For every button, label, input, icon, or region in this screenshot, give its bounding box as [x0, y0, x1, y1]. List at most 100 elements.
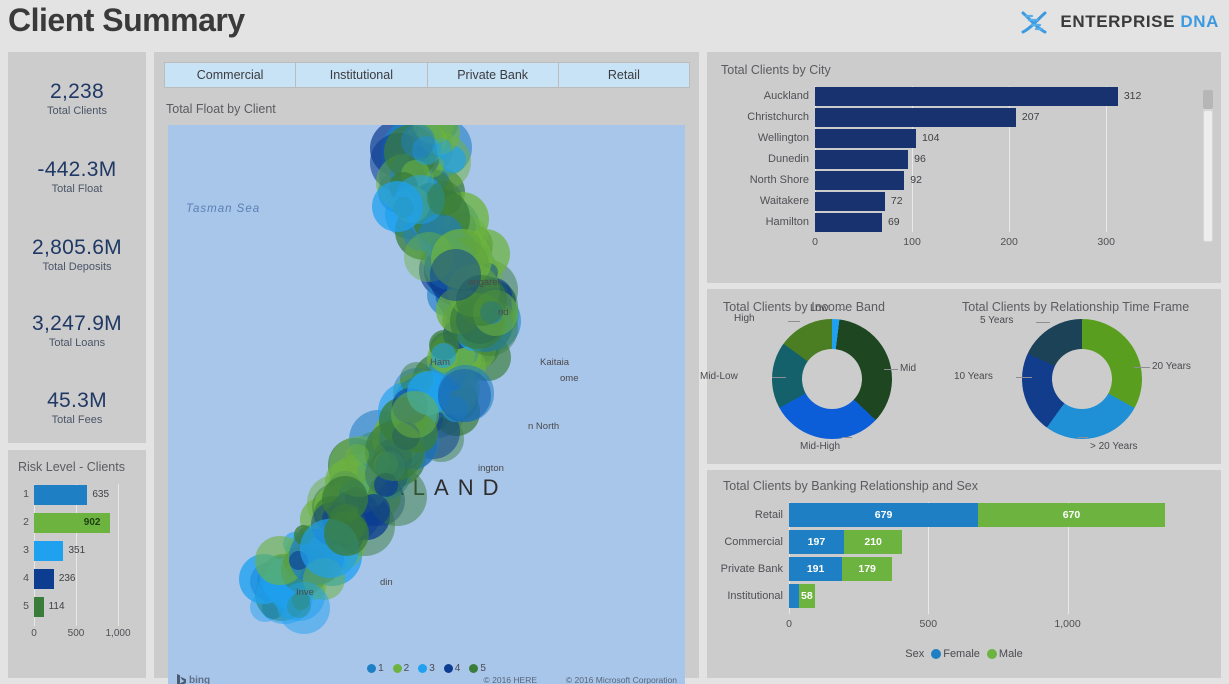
banking-legend-item[interactable]: Male: [986, 648, 1023, 660]
legend-color-swatch: [469, 664, 479, 673]
city-bar[interactable]: [815, 213, 882, 232]
risk-level-bar[interactable]: [34, 485, 88, 505]
donut-leader-line: [1134, 367, 1150, 368]
tab-private-bank[interactable]: Private Bank: [426, 62, 559, 88]
income-band-donut[interactable]: Low Mid Mid-High Mid-Low High: [700, 303, 916, 452]
kpi-value: 3,247.9M: [32, 312, 122, 335]
kpi-panel: 2,238 Total Clients -442.3M Total Float 2,80…: [8, 52, 146, 443]
banking-bar-segment-female[interactable]: 197: [789, 530, 844, 554]
risk-level-bar-row[interactable]: 5 114: [16, 596, 138, 618]
risk-level-category-label: 1: [23, 488, 29, 500]
donut-slice-label: 5 Years: [980, 315, 1014, 326]
banking-value-label: 679: [874, 509, 893, 521]
banking-bar-segment-female[interactable]: 679: [789, 503, 979, 527]
banking-bar-segment-male[interactable]: 210: [843, 530, 903, 554]
city-bar-row[interactable]: Waitakere 72: [707, 191, 1221, 212]
risk-level-value-label: 236: [58, 573, 76, 584]
city-bar-row[interactable]: Christchurch 207: [707, 107, 1221, 128]
risk-level-bar-row[interactable]: 3 351: [16, 540, 138, 562]
legend-label: 4: [454, 663, 461, 674]
city-bar[interactable]: [815, 129, 916, 148]
city-bar[interactable]: [815, 192, 885, 211]
bing-label: bing: [189, 674, 211, 684]
clients-by-city-title: Total Clients by City: [721, 63, 831, 77]
map-city-label: n North: [528, 421, 560, 432]
city-axis-tick: 200: [1000, 236, 1018, 248]
map-bubble[interactable]: [429, 248, 482, 301]
donut-slice-label: Mid: [900, 363, 917, 374]
scrollbar-track[interactable]: [1204, 111, 1212, 241]
city-bar[interactable]: [815, 171, 905, 190]
map-legend-item[interactable]: 2: [392, 663, 409, 674]
city-category-label: Auckland: [763, 90, 809, 102]
banking-bar-row[interactable]: Commercial 197 210: [707, 529, 1221, 555]
risk-level-bar-row[interactable]: 2 902: [16, 512, 138, 534]
map-city-label: Inve: [296, 587, 314, 598]
city-bar-row[interactable]: Dunedin 96: [707, 149, 1221, 170]
banking-legend-item[interactable]: Female: [931, 648, 980, 660]
city-bar-row[interactable]: Auckland 312: [707, 86, 1221, 107]
tab-commercial[interactable]: Commercial: [164, 62, 297, 88]
city-axis-tick: 300: [1097, 236, 1115, 248]
city-bar-row[interactable]: Wellington 104: [707, 128, 1221, 149]
dashboard-page: Client Summary ENTERPRISE DNA 2,238 Total…: [0, 0, 1229, 684]
banking-bar-row[interactable]: Institutional 58: [707, 583, 1221, 609]
tab-retail[interactable]: Retail: [557, 62, 690, 88]
city-bar[interactable]: [815, 108, 1016, 127]
map-legend-item[interactable]: 4: [443, 663, 461, 674]
city-bar-row[interactable]: Hamilton 69: [707, 212, 1221, 233]
donut-leader-line: [772, 377, 786, 378]
city-bar-row[interactable]: North Shore 92: [707, 170, 1221, 191]
city-category-label: Hamilton: [765, 216, 809, 228]
donut-leader-line: [1078, 437, 1088, 438]
banking-bar-row[interactable]: Retail 679 670: [707, 502, 1221, 528]
tab-institutional[interactable]: Institutional: [295, 62, 428, 88]
risk-level-bar-row[interactable]: 1 635: [16, 484, 138, 506]
risk-level-chart[interactable]: 1 635 2 902 3 351 4 236 5 114: [16, 484, 138, 644]
kpi-label: Total Float: [51, 183, 103, 196]
map-bubble[interactable]: [427, 181, 462, 216]
risk-level-bar[interactable]: [34, 569, 54, 589]
risk-level-bar-row[interactable]: 4 236: [16, 568, 138, 590]
donut-ring[interactable]: [772, 319, 892, 439]
map-city-label: Ham: [430, 357, 451, 368]
map-bubble[interactable]: [437, 365, 495, 422]
banking-bar-segment-female[interactable]: [789, 584, 799, 608]
banking-bar-segment-male[interactable]: 179: [842, 557, 893, 581]
legend-label: 3: [429, 663, 435, 674]
scrollbar-thumb[interactable]: [1203, 90, 1213, 109]
risk-level-value-label: 351: [68, 545, 86, 556]
banking-relationship-tabs[interactable]: Commercial Institutional Private Bank Retai…: [164, 62, 690, 88]
legend-label: 1: [378, 663, 384, 674]
kpi-label: Total Clients: [47, 105, 107, 118]
bing-map[interactable]: Tasman Sea ZEALAND bing © 2016 HERE © 20…: [168, 125, 685, 684]
risk-level-bar[interactable]: [34, 541, 64, 561]
banking-bar-segment-female[interactable]: 191: [789, 557, 843, 581]
map-bubble[interactable]: [391, 390, 440, 439]
map-bubble[interactable]: [324, 511, 369, 557]
kpi-label: Total Fees: [51, 414, 103, 427]
clients-by-city-chart[interactable]: Auckland 312 Christchurch 207 Wellington 104 D…: [707, 84, 1221, 259]
city-bar[interactable]: [815, 150, 909, 169]
donut-leader-line: [884, 369, 898, 370]
banking-bar-segment-male[interactable]: 670: [978, 503, 1165, 527]
city-chart-scrollbar[interactable]: [1203, 90, 1213, 242]
legend-color-swatch: [443, 664, 453, 673]
city-value-label: 69: [887, 216, 900, 228]
banking-relationship-chart[interactable]: Retail 679 670 Commercial 197 210 Private Bank…: [707, 500, 1221, 640]
map-bubble[interactable]: [371, 180, 423, 232]
page-header: Client Summary ENTERPRISE DNA: [0, 0, 1229, 48]
city-bar[interactable]: [815, 87, 1118, 106]
risk-level-bar[interactable]: [34, 597, 44, 617]
city-value-label: 96: [914, 153, 926, 165]
risk-level-x-axis: 0 500 1,000: [16, 628, 138, 644]
relationship-timeframe-donut[interactable]: 20 Years > 20 Years 10 Years 5 Years: [954, 315, 1191, 452]
map-bubble[interactable]: [346, 443, 369, 467]
banking-bar-segment-male[interactable]: 58: [798, 584, 815, 608]
donut-ring[interactable]: [1022, 319, 1142, 439]
banking-bar-row[interactable]: Private Bank 191 179: [707, 556, 1221, 582]
map-legend-item[interactable]: 3: [418, 663, 435, 674]
map-legend-item[interactable]: 1: [367, 663, 384, 674]
legend-label: Male: [998, 648, 1023, 660]
map-legend-item[interactable]: 5: [469, 663, 486, 674]
